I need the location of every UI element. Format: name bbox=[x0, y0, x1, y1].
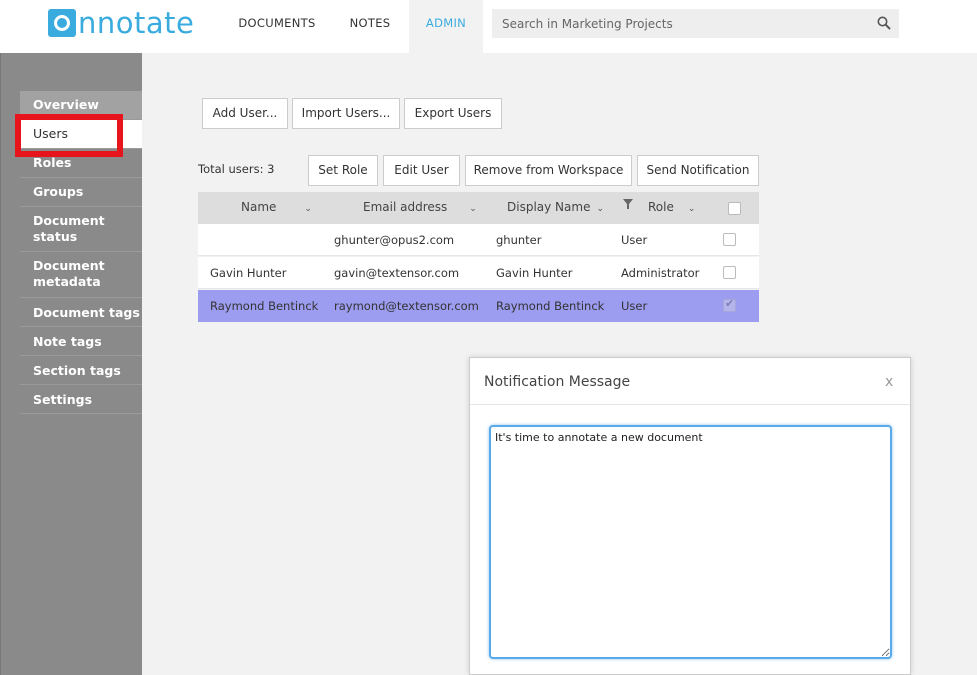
export-users-button[interactable]: Export Users bbox=[404, 98, 502, 129]
cell-name: Raymond Bentinck bbox=[210, 299, 319, 313]
remove-from-workspace-button[interactable]: Remove from Workspace bbox=[465, 155, 632, 186]
cell-email: gavin@textensor.com bbox=[334, 266, 460, 280]
table-row-selected[interactable]: Raymond Bentinck raymond@textensor.com R… bbox=[198, 290, 759, 322]
users-highlight-box bbox=[15, 114, 123, 157]
search-input[interactable] bbox=[492, 9, 899, 38]
sidebar-item-document-metadata[interactable]: Document metadata bbox=[20, 252, 142, 298]
filter-icon[interactable] bbox=[623, 199, 633, 209]
top-navigation-bar: nnotate DOCUMENTS NOTES ADMIN bbox=[0, 0, 977, 53]
sidebar-item-settings[interactable]: Settings bbox=[20, 385, 142, 414]
cell-email: raymond@textensor.com bbox=[334, 299, 479, 313]
cell-display-name: Gavin Hunter bbox=[496, 266, 573, 280]
tab-notes[interactable]: NOTES bbox=[338, 0, 402, 53]
sidebar-item-note-tags[interactable]: Note tags bbox=[20, 327, 142, 356]
sidebar-item-document-status[interactable]: Document status bbox=[20, 207, 142, 252]
dialog-title: Notification Message bbox=[484, 374, 631, 390]
total-users-count: Total users: 3 bbox=[198, 162, 275, 176]
row-checkbox[interactable] bbox=[723, 266, 736, 279]
chevron-down-icon[interactable]: ⌄ bbox=[469, 204, 477, 214]
import-users-button[interactable]: Import Users... bbox=[292, 98, 400, 129]
table-row[interactable]: Gavin Hunter gavin@textensor.com Gavin H… bbox=[198, 257, 759, 289]
column-header-display-name[interactable]: Display Name ⌄ bbox=[507, 192, 604, 224]
sidebar-item-groups[interactable]: Groups bbox=[20, 178, 142, 207]
column-header-role[interactable]: Role ⌄ bbox=[648, 192, 695, 224]
edit-user-button[interactable]: Edit User bbox=[383, 155, 460, 186]
cell-display-name: ghunter bbox=[496, 233, 542, 247]
set-role-button[interactable]: Set Role bbox=[308, 155, 378, 186]
sidebar-item-document-tags[interactable]: Document tags bbox=[20, 298, 142, 327]
column-header-name[interactable]: Name ⌄ bbox=[241, 192, 312, 224]
cell-role: Administrator bbox=[621, 266, 700, 280]
tab-documents[interactable]: DOCUMENTS bbox=[232, 0, 322, 53]
annotate-logo[interactable]: nnotate bbox=[48, 5, 194, 41]
column-header-email[interactable]: Email address ⌄ bbox=[363, 192, 477, 224]
dialog-divider bbox=[470, 404, 910, 405]
notification-message-textarea[interactable]: It's time to annotate a new document bbox=[489, 425, 892, 659]
row-checkbox[interactable] bbox=[723, 233, 736, 246]
chevron-down-icon[interactable]: ⌄ bbox=[688, 204, 696, 214]
cell-role: User bbox=[621, 299, 648, 313]
logo-a-icon bbox=[48, 9, 76, 37]
row-checkbox-checked[interactable] bbox=[723, 297, 736, 312]
add-user-button[interactable]: Add User... bbox=[202, 98, 288, 129]
chevron-down-icon[interactable]: ⌄ bbox=[304, 204, 312, 214]
cell-display-name: Raymond Bentinck bbox=[496, 299, 605, 313]
cell-name: Gavin Hunter bbox=[210, 266, 287, 280]
users-table-header: Name ⌄ Email address ⌄ Display Name ⌄ Role ⌄ bbox=[198, 192, 759, 224]
notification-message-dialog: Notification Message x It's time to anno… bbox=[469, 357, 911, 675]
chevron-down-icon[interactable]: ⌄ bbox=[596, 204, 604, 214]
close-icon[interactable]: x bbox=[885, 374, 893, 390]
tab-admin[interactable]: ADMIN bbox=[409, 0, 483, 53]
logo-text: nnotate bbox=[78, 6, 195, 40]
sidebar-item-section-tags[interactable]: Section tags bbox=[20, 356, 142, 385]
cell-email: ghunter@opus2.com bbox=[334, 233, 455, 247]
search-icon[interactable] bbox=[877, 16, 891, 30]
send-notification-button[interactable]: Send Notification bbox=[637, 155, 759, 186]
cell-role: User bbox=[621, 233, 648, 247]
table-row[interactable]: ghunter@opus2.com ghunter User bbox=[198, 224, 759, 256]
select-all-checkbox[interactable] bbox=[728, 202, 741, 215]
